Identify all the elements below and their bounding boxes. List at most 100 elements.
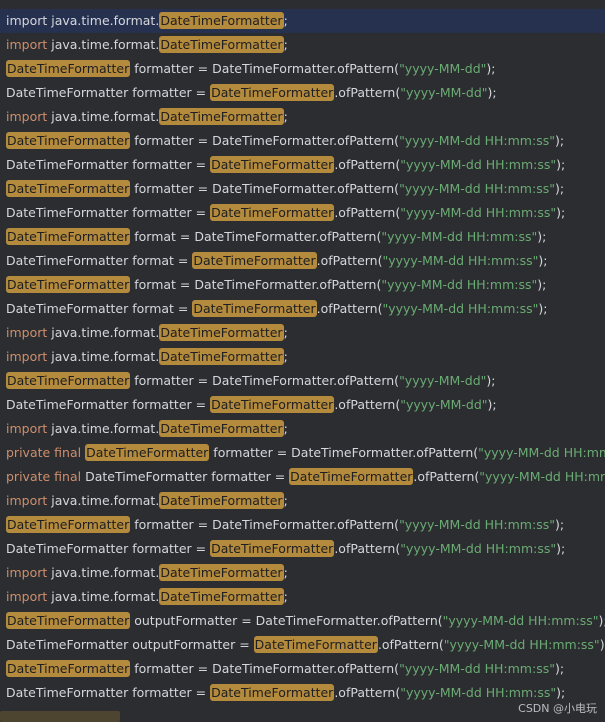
match-highlight: DateTimeFormatter xyxy=(253,636,378,653)
search-result-row[interactable]: DateTimeFormatter formatter = DateTimeFo… xyxy=(0,177,605,201)
match-highlight: DateTimeFormatter xyxy=(159,564,284,581)
code-token: ); xyxy=(556,205,566,220)
match-highlight: DateTimeFormatter xyxy=(6,60,131,77)
string-token: "yyyy-MM-dd HH:mm:ss" xyxy=(400,205,557,220)
search-result-row[interactable]: import java.time.format.DateTimeFormatte… xyxy=(0,561,605,585)
search-result-row[interactable]: DateTimeFormatter formatter = DateTimeFo… xyxy=(0,201,605,225)
code-token: ); xyxy=(554,181,565,196)
code-token: formatter = DateTimeFormatter.ofPattern( xyxy=(130,661,400,676)
match-highlight: DateTimeFormatter xyxy=(6,228,131,245)
code-token: ); xyxy=(554,661,565,676)
search-result-row[interactable]: DateTimeFormatter formatter = DateTimeFo… xyxy=(0,537,605,561)
code-token: java.time.format xyxy=(47,37,156,52)
match-highlight: DateTimeFormatter xyxy=(210,396,335,413)
code-token: DateTimeFormatter format = xyxy=(6,301,193,316)
match-highlight: DateTimeFormatter xyxy=(159,420,284,437)
match-highlight: DateTimeFormatter xyxy=(210,540,335,557)
search-result-row[interactable]: import java.time.format.DateTimeFormatte… xyxy=(0,417,605,441)
search-result-row[interactable]: import java.time.format.DateTimeFormatte… xyxy=(0,321,605,345)
search-result-row[interactable]: DateTimeFormatter formatter = DateTimeFo… xyxy=(0,57,605,81)
match-highlight: DateTimeFormatter xyxy=(210,204,335,221)
search-result-row[interactable]: import java.time.format.DateTimeFormatte… xyxy=(0,9,605,33)
search-result-row[interactable]: import java.time.format.DateTimeFormatte… xyxy=(0,585,605,609)
code-token: DateTimeFormatter formatter = xyxy=(6,85,211,100)
code-token: import java.time.format xyxy=(6,13,156,28)
keyword-token: private final xyxy=(6,469,86,484)
code-token: ); xyxy=(538,301,548,316)
code-token: java.time.format xyxy=(47,109,156,124)
code-token: DateTimeFormatter outputFormatter = xyxy=(6,637,254,652)
code-token: .ofPattern( xyxy=(413,469,480,484)
string-token: "yyyy-MM-dd HH:mm:ss" xyxy=(381,229,538,244)
search-result-row[interactable]: DateTimeFormatter format = DateTimeForma… xyxy=(0,273,605,297)
match-highlight: DateTimeFormatter xyxy=(210,156,335,173)
string-token: "yyyy-MM-dd HH:mm:ss" xyxy=(443,637,600,652)
code-token: DateTimeFormatter formatter = xyxy=(6,157,211,172)
match-highlight: DateTimeFormatter xyxy=(159,492,284,509)
code-token: java.time.format xyxy=(47,565,156,580)
search-result-row[interactable]: DateTimeFormatter formatter = DateTimeFo… xyxy=(0,81,605,105)
search-result-row[interactable]: DateTimeFormatter format = DateTimeForma… xyxy=(0,297,605,321)
match-highlight: DateTimeFormatter xyxy=(6,180,131,197)
code-token: ; xyxy=(283,109,288,124)
code-token: ); xyxy=(554,133,565,148)
search-result-row[interactable]: DateTimeFormatter formatter = DateTimeFo… xyxy=(0,681,605,705)
code-token: DateTimeFormatter formatter = xyxy=(6,685,211,700)
search-result-row[interactable]: import java.time.format.DateTimeFormatte… xyxy=(0,345,605,369)
search-result-row[interactable]: DateTimeFormatter formatter = DateTimeFo… xyxy=(0,513,605,537)
string-token: "yyyy-MM-dd HH:mm:ss" xyxy=(399,517,555,532)
search-result-row[interactable]: private final DateTimeFormatter formatte… xyxy=(0,465,605,489)
code-token: .ofPattern( xyxy=(334,541,401,556)
search-result-row[interactable]: DateTimeFormatter formatter = DateTimeFo… xyxy=(0,369,605,393)
search-result-row[interactable]: DateTimeFormatter outputFormatter = Date… xyxy=(0,633,605,657)
match-highlight: DateTimeFormatter xyxy=(6,276,131,293)
code-token: .ofPattern( xyxy=(334,397,401,412)
match-highlight: DateTimeFormatter xyxy=(210,84,335,101)
match-highlight: DateTimeFormatter xyxy=(159,108,284,125)
search-result-row[interactable]: import java.time.format.DateTimeFormatte… xyxy=(0,33,605,57)
search-result-row[interactable]: DateTimeFormatter formatter = DateTimeFo… xyxy=(0,153,605,177)
search-result-row[interactable]: DateTimeFormatter format = DateTimeForma… xyxy=(0,249,605,273)
code-token: ; xyxy=(283,589,288,604)
string-token: "yyyy-MM-dd HH:mm:ss" xyxy=(400,541,557,556)
code-token: format = DateTimeFormatter.ofPattern( xyxy=(130,229,382,244)
code-token: ; xyxy=(283,493,288,508)
code-token: ); xyxy=(556,685,566,700)
code-token: format = DateTimeFormatter.ofPattern( xyxy=(130,277,382,292)
watermark: CSDN @小电玩 xyxy=(518,702,597,715)
keyword-token: import xyxy=(6,421,48,436)
string-token: "yyyy-MM-dd" xyxy=(400,397,488,412)
code-token: DateTimeFormatter formatter = xyxy=(6,397,211,412)
keyword-token: private final xyxy=(6,445,86,460)
code-token: ; xyxy=(283,13,288,28)
match-highlight: DateTimeFormatter xyxy=(6,660,131,677)
code-token: DateTimeFormatter formatter = xyxy=(6,205,211,220)
search-result-row[interactable]: private final DateTimeFormatter formatte… xyxy=(0,441,605,465)
code-token: ); xyxy=(537,277,547,292)
code-token: ); xyxy=(538,253,548,268)
match-highlight: DateTimeFormatter xyxy=(159,12,284,29)
code-token: outputFormatter = DateTimeFormatter.ofPa… xyxy=(130,613,443,628)
match-highlight: DateTimeFormatter xyxy=(159,36,284,53)
keyword-token: import xyxy=(6,37,48,52)
code-token: .ofPattern( xyxy=(377,637,444,652)
search-result-row[interactable]: DateTimeFormatter formatter = DateTimeFo… xyxy=(0,393,605,417)
search-results-list: import java.time.format.DateTimeFormatte… xyxy=(0,0,605,722)
code-token: java.time.format xyxy=(47,421,156,436)
code-token: DateTimeFormatter formatter = xyxy=(6,541,211,556)
search-result-row[interactable]: DateTimeFormatter outputFormatter = Date… xyxy=(0,609,605,633)
code-token: ); xyxy=(554,517,565,532)
partial-highlight-strip xyxy=(0,711,120,722)
code-token: .ofPattern( xyxy=(316,301,383,316)
keyword-token: import xyxy=(6,109,48,124)
code-token: ; xyxy=(283,37,288,52)
search-result-row[interactable]: import java.time.format.DateTimeFormatte… xyxy=(0,105,605,129)
keyword-token: import xyxy=(6,565,48,580)
code-token: ; xyxy=(283,349,288,364)
search-result-row[interactable]: DateTimeFormatter formatter = DateTimeFo… xyxy=(0,129,605,153)
search-result-row[interactable]: DateTimeFormatter format = DateTimeForma… xyxy=(0,225,605,249)
string-token: "yyyy-MM-dd" xyxy=(399,373,487,388)
search-result-row[interactable]: import java.time.format.DateTimeFormatte… xyxy=(0,489,605,513)
code-token: formatter = DateTimeFormatter.ofPattern( xyxy=(130,181,400,196)
search-result-row[interactable]: DateTimeFormatter formatter = DateTimeFo… xyxy=(0,657,605,681)
